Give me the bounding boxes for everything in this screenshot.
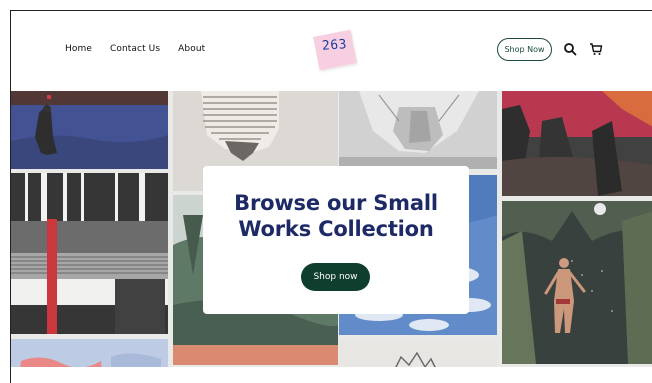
site-logo[interactable]: 263: [313, 29, 357, 71]
page-bottom-strip: [11, 367, 652, 383]
page: Home Contact Us About 263 Shop Now Brows…: [0, 0, 652, 383]
main-nav: Home Contact Us About: [65, 44, 205, 54]
site-header: Home Contact Us About 263 Shop Now: [11, 11, 652, 91]
nav-home-link[interactable]: Home: [65, 44, 92, 54]
hero-shop-now-button[interactable]: Shop now: [301, 263, 370, 291]
header-shop-now-button[interactable]: Shop Now: [497, 38, 552, 61]
hero-section: Browse our Small Works Collection Shop n…: [11, 91, 652, 383]
nav-contact-link[interactable]: Contact Us: [110, 44, 160, 54]
search-icon[interactable]: [563, 42, 577, 56]
browser-frame: Home Contact Us About 263 Shop Now Brows…: [10, 10, 652, 383]
logo-text: 263: [321, 37, 348, 54]
hero-title: Browse our Small Works Collection: [234, 191, 438, 241]
nav-about-link[interactable]: About: [178, 44, 205, 54]
cart-icon[interactable]: [589, 42, 603, 56]
hero-card: Browse our Small Works Collection Shop n…: [203, 166, 469, 314]
